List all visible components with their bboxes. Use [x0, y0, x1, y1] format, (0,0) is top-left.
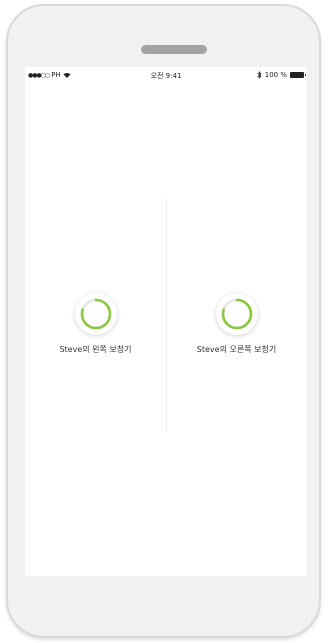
left-pairing-progress — [74, 293, 117, 335]
status-right: 100 % — [256, 71, 306, 79]
app-screen: ●●●○○ PH 오전 9:41 100 % Steve의 왼쪽 보청기 Ste… — [25, 67, 307, 576]
right-hearing-aid-label: Steve의 오른쪽 보청기 — [196, 345, 277, 354]
battery-icon — [290, 72, 306, 78]
right-hearing-aid: Steve의 오른쪽 보청기 — [166, 293, 307, 355]
left-hearing-aid: Steve의 왼쪽 보청기 — [25, 293, 166, 355]
right-progress-ring — [221, 298, 252, 330]
status-bar: ●●●○○ PH 오전 9:41 100 % — [25, 67, 307, 83]
phone-speaker — [141, 45, 207, 54]
battery-percentage: 100 % — [264, 71, 287, 79]
right-pairing-progress — [215, 293, 258, 335]
left-hearing-aid-label: Steve의 왼쪽 보청기 — [59, 345, 132, 354]
left-progress-ring — [80, 298, 111, 330]
bluetooth-icon — [256, 71, 262, 79]
